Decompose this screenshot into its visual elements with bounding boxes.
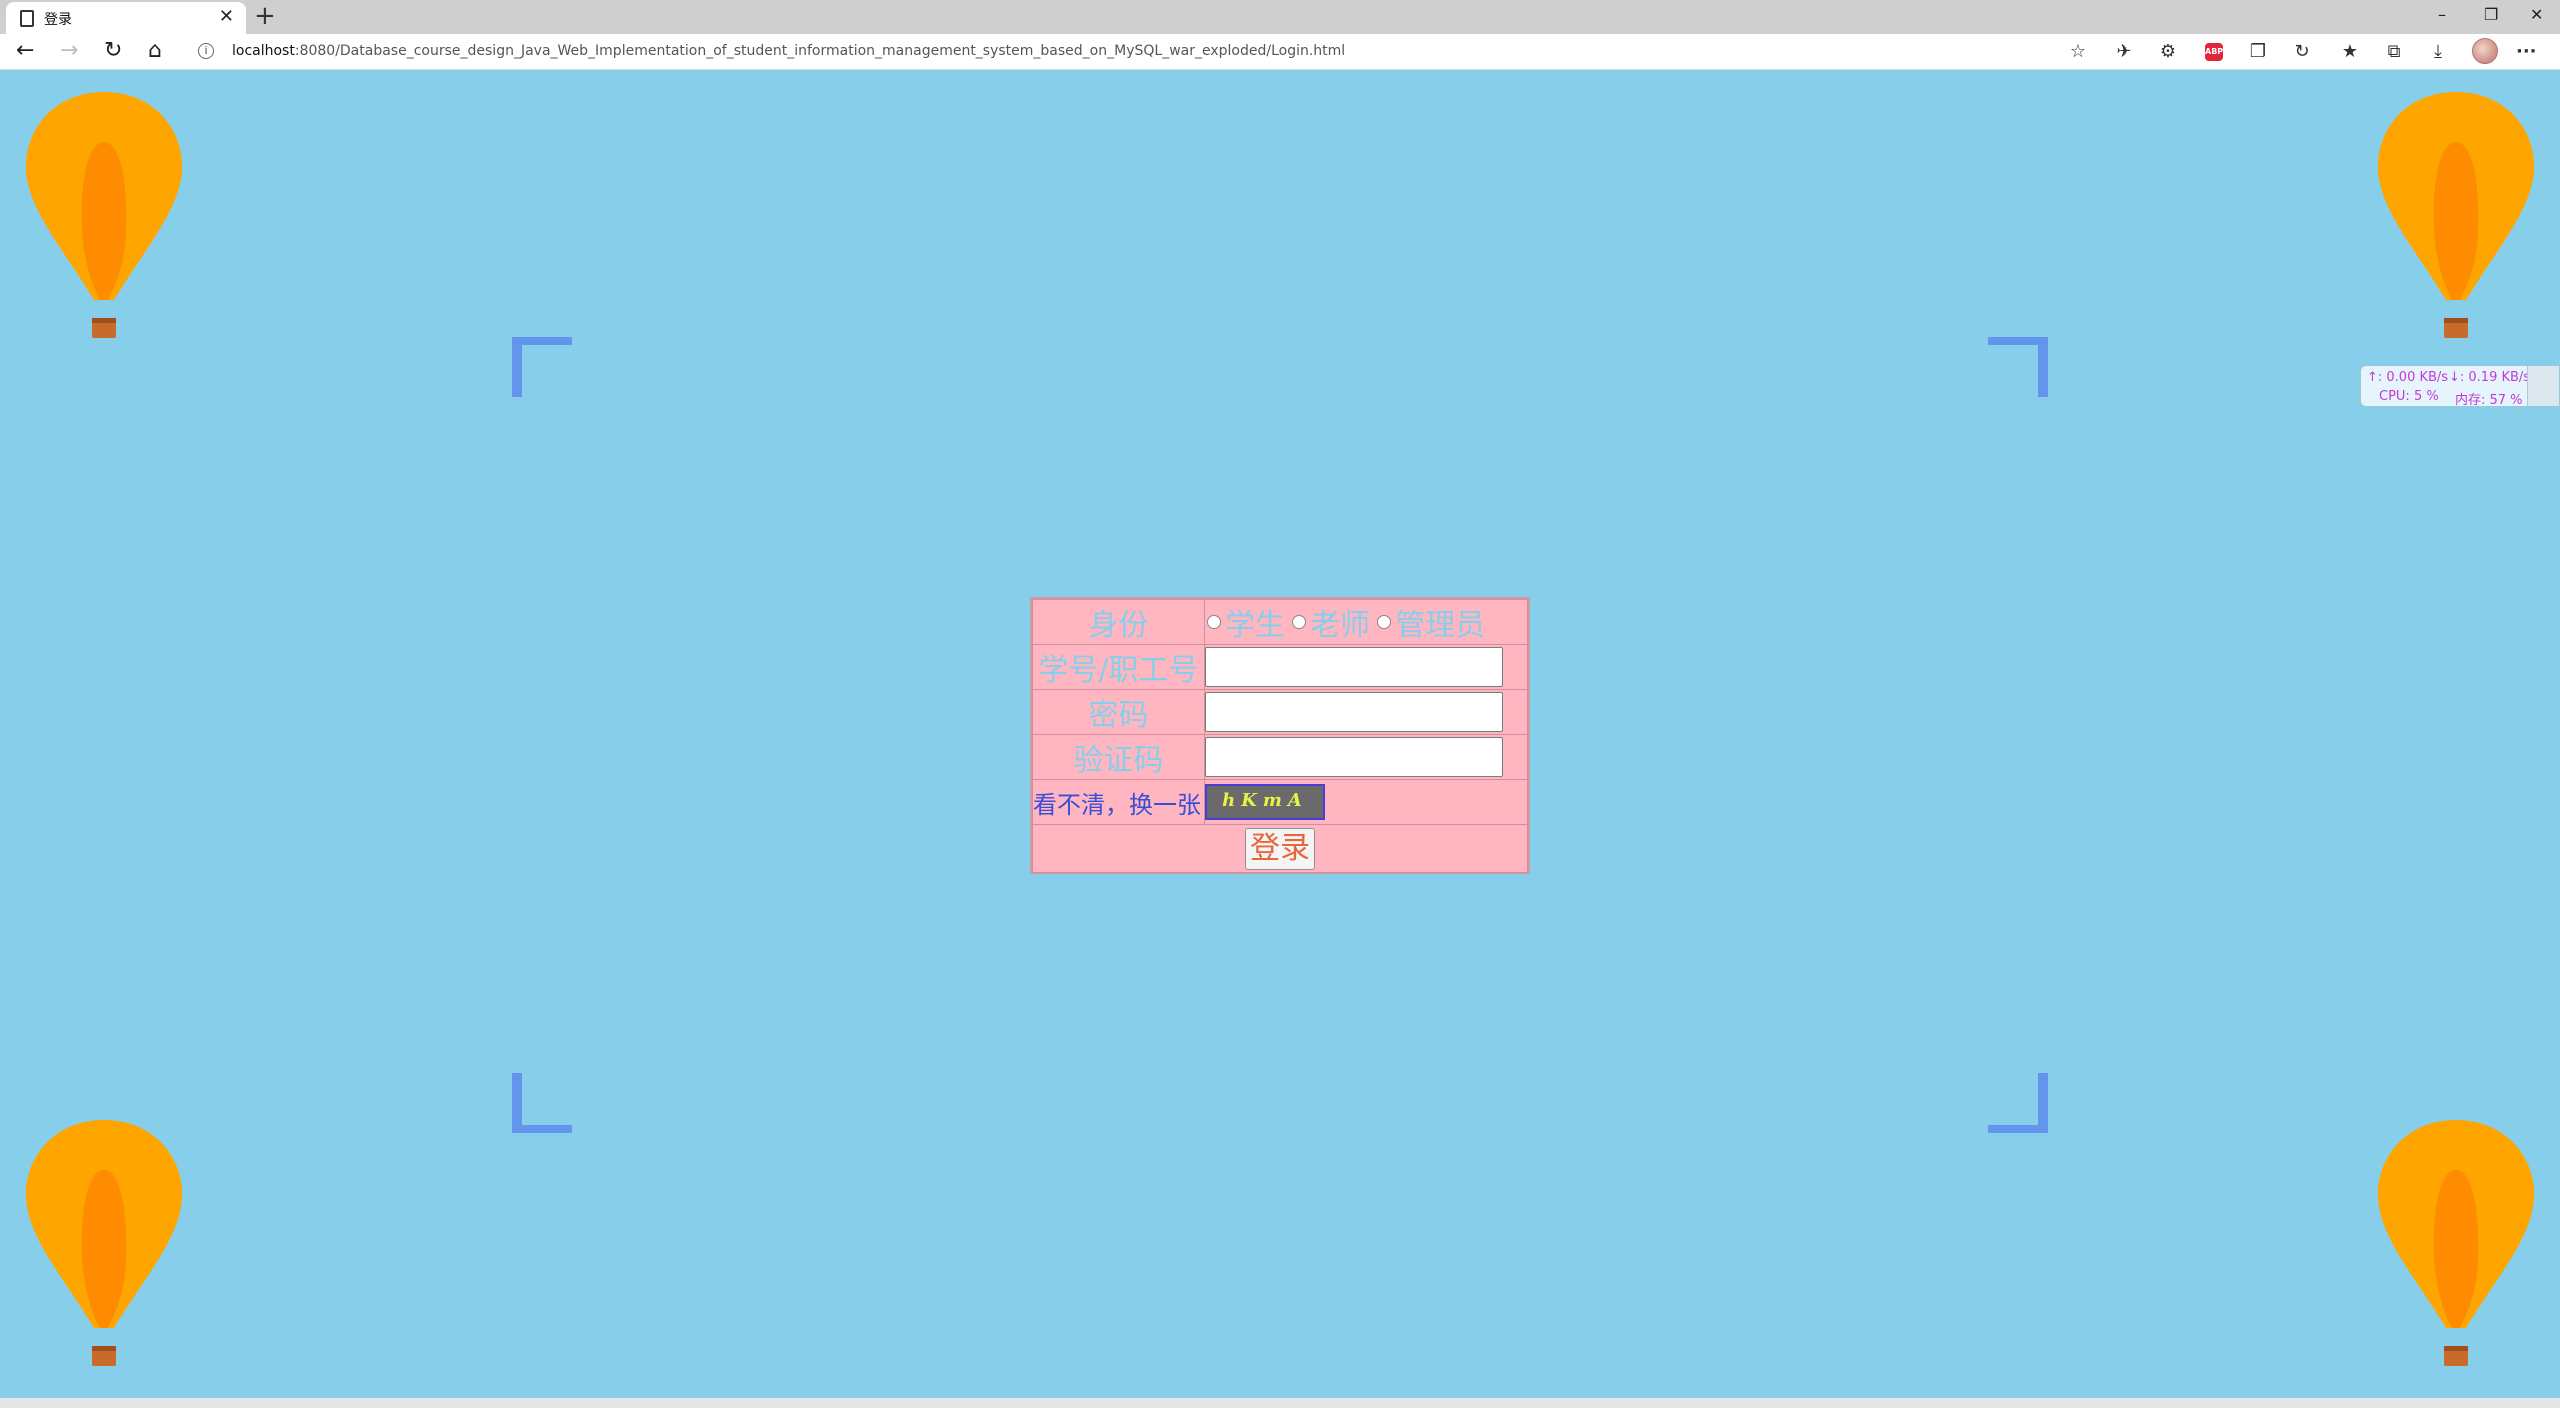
- restore-button[interactable]: ❐: [2484, 3, 2498, 27]
- page-icon: [20, 10, 34, 27]
- address-bar[interactable]: i localhost:8080/Database_course_design_…: [186, 37, 2088, 67]
- adblock-icon[interactable]: ABP: [2205, 43, 2223, 61]
- captcha-label: 验证码: [1032, 734, 1205, 780]
- id-input[interactable]: [1205, 647, 1503, 687]
- url-text[interactable]: localhost:8080/Database_course_design_Ja…: [232, 43, 1345, 59]
- home-button[interactable]: ⌂: [148, 38, 162, 64]
- close-window-button[interactable]: ✕: [2530, 3, 2543, 27]
- identity-label: 身份: [1032, 599, 1205, 645]
- role-label-admin[interactable]: 管理员: [1395, 608, 1485, 643]
- hot-air-balloon-icon: [25, 1120, 183, 1366]
- mascot-icon: [2527, 366, 2559, 406]
- tab-collections-icon[interactable]: ⧉: [2384, 42, 2404, 62]
- forward-button[interactable]: →: [60, 38, 78, 64]
- tab-title: 登录: [44, 12, 72, 28]
- corner-bracket-top-left: [512, 337, 572, 397]
- new-tab-button[interactable]: +: [254, 1, 276, 31]
- site-info-icon[interactable]: i: [198, 43, 214, 59]
- sync-icon[interactable]: ↻: [2292, 42, 2312, 62]
- collections-icon[interactable]: ❐: [2248, 42, 2268, 62]
- favorite-add-icon[interactable]: ☆: [2068, 42, 2088, 62]
- more-menu-icon[interactable]: ···: [2516, 42, 2537, 62]
- taskbar-edge: [0, 1398, 2560, 1408]
- cpu-usage: CPU: 5 %: [2379, 389, 2439, 404]
- captcha-image[interactable]: hKmA: [1205, 784, 1325, 820]
- tab-strip: 登录 ✕ + – ❐ ✕: [0, 0, 2560, 34]
- extension-settings-icon[interactable]: ⚙: [2158, 42, 2178, 62]
- upload-speed: ↑: 0.00 KB/s: [2367, 370, 2449, 385]
- network-monitor-widget[interactable]: ↑: 0.00 KB/s ↓: 0.19 KB/s CPU: 5 % 内存: 5…: [2360, 365, 2560, 408]
- role-radio-teacher[interactable]: [1292, 615, 1307, 629]
- browser-toolbar: ← → ↻ ⌂ i localhost:8080/Database_course…: [0, 34, 2560, 70]
- corner-bracket-bottom-left: [512, 1073, 572, 1133]
- extension-plane-icon[interactable]: ✈: [2114, 42, 2134, 62]
- tab-close-icon[interactable]: ✕: [219, 7, 234, 27]
- download-icon[interactable]: ⤓: [2428, 42, 2448, 62]
- password-label: 密码: [1032, 689, 1205, 735]
- corner-bracket-top-right: [1988, 337, 2048, 397]
- role-label-teacher[interactable]: 老师: [1310, 608, 1370, 643]
- profile-avatar[interactable]: [2472, 38, 2498, 64]
- role-label-student[interactable]: 学生: [1225, 608, 1285, 643]
- hot-air-balloon-icon: [25, 92, 183, 338]
- refresh-captcha-link[interactable]: 看不清，换一张: [1032, 779, 1205, 825]
- memory-usage: 内存: 57 %: [2455, 393, 2523, 408]
- url-host: localhost: [232, 43, 295, 59]
- hot-air-balloon-icon: [2377, 1120, 2535, 1366]
- login-form: 身份 学生 老师 管理员 学号/职工号 密码 验证码 看不清，换一张 hKmA …: [1030, 597, 1530, 874]
- download-speed: ↓: 0.19 KB/s: [2449, 370, 2531, 385]
- url-path: :8080/Database_course_design_Java_Web_Im…: [294, 43, 1346, 59]
- minimize-button[interactable]: –: [2438, 3, 2446, 27]
- hot-air-balloon-icon: [2377, 92, 2535, 338]
- browser-tab[interactable]: 登录 ✕: [6, 2, 246, 34]
- corner-bracket-bottom-right: [1988, 1073, 2048, 1133]
- role-radio-admin[interactable]: [1377, 615, 1392, 629]
- role-radio-student[interactable]: [1207, 615, 1221, 629]
- login-button[interactable]: 登录: [1245, 827, 1315, 870]
- favorites-icon[interactable]: ★: [2340, 42, 2360, 62]
- id-label: 学号/职工号: [1032, 644, 1205, 690]
- password-input[interactable]: [1205, 692, 1503, 732]
- back-button[interactable]: ←: [16, 38, 34, 64]
- captcha-input[interactable]: [1205, 737, 1503, 777]
- role-selector: 学生 老师 管理员: [1204, 599, 1528, 645]
- reload-button[interactable]: ↻: [104, 38, 122, 64]
